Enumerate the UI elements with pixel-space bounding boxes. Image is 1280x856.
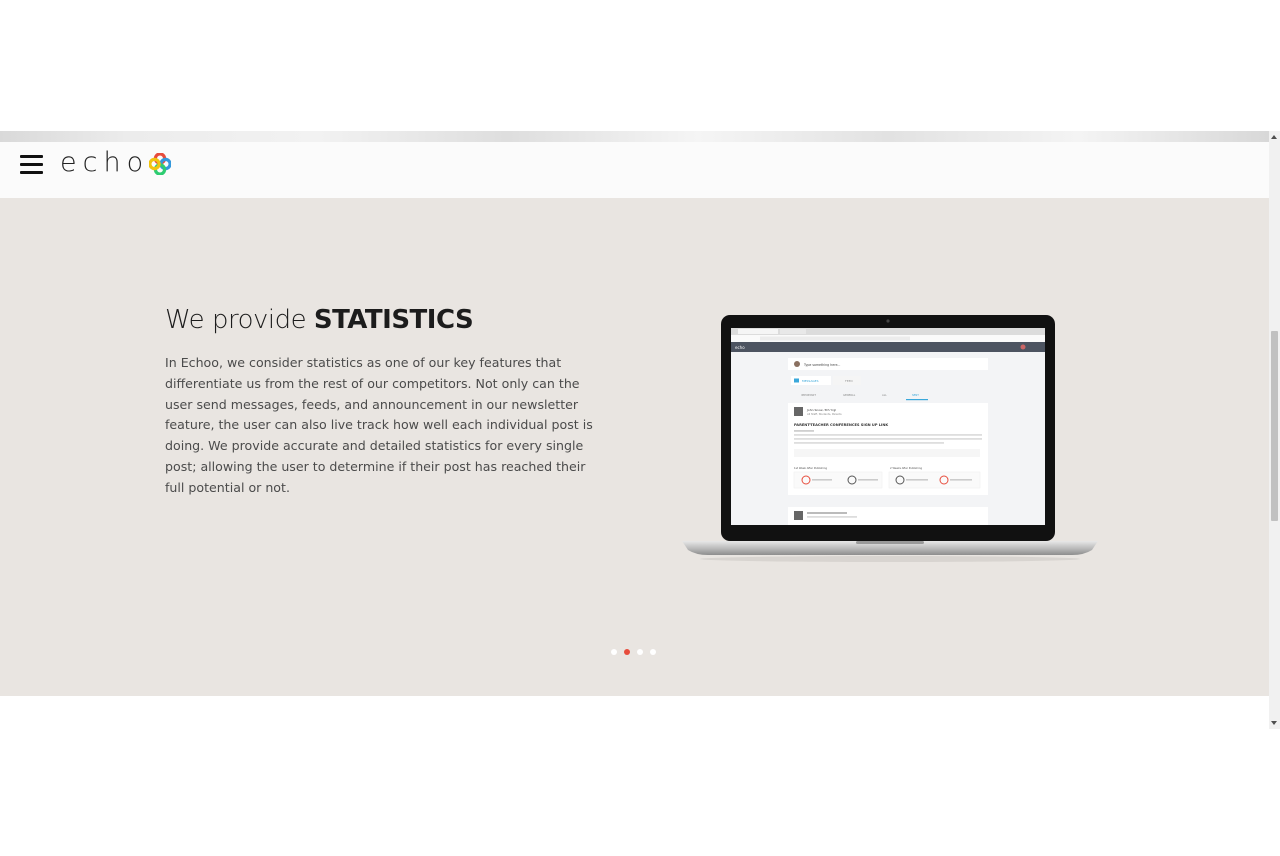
- brand-name: echo: [60, 146, 150, 178]
- slide-headline: We provide STATISTICS: [165, 305, 474, 335]
- headline-bold: STATISTICS: [313, 305, 474, 335]
- slide-description: In Echoo, we consider statistics as one …: [165, 355, 593, 495]
- carousel-pagination: [611, 649, 656, 655]
- post-title: PARENT-TEACHER CONFERENCES SIGN UP LINK: [794, 423, 888, 427]
- filter-important: IMPORTANT: [801, 393, 816, 397]
- laptop-mockup: echo Type something here... MESSAGES FEE…: [680, 315, 1100, 570]
- carousel-dot-3[interactable]: [637, 649, 643, 655]
- scrollbar-thumb[interactable]: [1271, 331, 1278, 521]
- carousel-dot-1[interactable]: [611, 649, 617, 655]
- filter-general: GENERAL: [843, 393, 856, 397]
- filter-all: ALL: [882, 393, 887, 397]
- chevron-up-icon[interactable]: [1271, 135, 1277, 139]
- chevron-down-icon[interactable]: [1271, 721, 1277, 725]
- compose-placeholder: Type something here...: [803, 363, 840, 367]
- headline-light: We provide: [165, 305, 314, 335]
- post-audience: All Staff, Students, Parents: [807, 412, 842, 416]
- brand-logo[interactable]: echo: [60, 146, 172, 178]
- carousel-dot-2-active[interactable]: [624, 649, 630, 655]
- svg-text:echo: echo: [735, 345, 745, 350]
- stats-week-2: 2 Weeks After Publishing: [890, 466, 922, 470]
- filter-sent: SENT: [912, 393, 919, 397]
- browser-viewport: echo We provide STATISTICS In Echoo, we …: [0, 131, 1280, 729]
- hero-slide: We provide STATISTICS In Echoo, we consi…: [0, 198, 1269, 696]
- tab-messages: MESSAGES: [802, 379, 819, 383]
- tab-feed: FEED: [845, 379, 854, 383]
- laptop-illustration: echo Type something here... MESSAGES FEE…: [682, 315, 1098, 562]
- vertical-scrollbar[interactable]: [1269, 131, 1280, 729]
- pinwheel-logo-icon: [149, 152, 172, 175]
- hamburger-menu-icon[interactable]: [20, 155, 43, 174]
- top-navbar: echo: [0, 142, 1269, 198]
- post-author: John Snow, 5th Yrgl: [806, 408, 836, 412]
- header-background-strip: [0, 131, 1269, 142]
- carousel-dot-4[interactable]: [650, 649, 656, 655]
- stats-week-1: 1st Week After Publishing: [794, 466, 827, 470]
